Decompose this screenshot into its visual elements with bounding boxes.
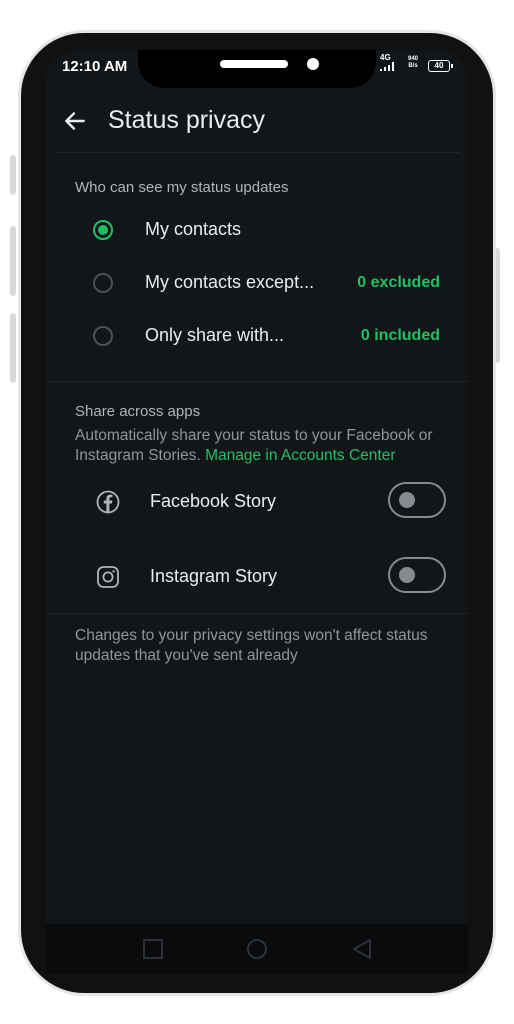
phone-screen: 12:10 AM 4G 940 B/s 40 Status privacy Wh…: [46, 50, 468, 970]
phone-side-button: [10, 313, 16, 383]
visibility-section-label: Who can see my status updates: [75, 179, 289, 196]
phone-side-button: [10, 155, 16, 195]
divider: [46, 613, 468, 614]
facebook-icon: [96, 490, 120, 514]
divider: [46, 381, 468, 382]
share-section-label: Share across apps: [75, 403, 201, 420]
radio-option-only-share-with[interactable]: Only share with... 0 included: [46, 318, 468, 358]
status-bar: 12:10 AM 4G 940 B/s 40: [46, 50, 468, 88]
included-count: 0 included: [360, 327, 440, 344]
home-icon[interactable]: [246, 938, 268, 960]
radio-indicator[interactable]: [93, 273, 113, 293]
app-bar: Status privacy: [46, 98, 468, 154]
back-triangle-icon[interactable]: [351, 938, 373, 960]
network-speed: 940 B/s: [408, 56, 418, 70]
radio-selected-indicator[interactable]: [93, 220, 113, 240]
speaker-grille: [220, 60, 288, 68]
radio-option-label: Only share with...: [145, 325, 285, 345]
instagram-story-row[interactable]: Instagram Story: [46, 553, 468, 601]
phone-side-button: [10, 226, 16, 296]
page-title: Status privacy: [108, 106, 266, 134]
status-time: 12:10 AM: [62, 58, 128, 75]
privacy-footer-note: Changes to your privacy settings won't a…: [75, 627, 428, 664]
network-speed-unit: B/s: [408, 63, 418, 69]
network-indicator: 4G: [380, 54, 394, 73]
recent-apps-icon[interactable]: [142, 938, 164, 960]
system-navigation-bar: [46, 924, 468, 974]
toggle-knob: [399, 492, 415, 508]
accounts-center-link[interactable]: Manage in Accounts Center: [205, 447, 395, 464]
signal-icon: [380, 62, 394, 71]
radio-indicator[interactable]: [93, 326, 113, 346]
radio-option-my-contacts-except[interactable]: My contacts except... 0 excluded: [46, 265, 468, 305]
instagram-icon: [97, 566, 119, 588]
camera-notch: [138, 50, 376, 88]
network-speed-value: 940: [408, 56, 419, 62]
divider: [54, 152, 460, 153]
facebook-story-label: Facebook Story: [150, 491, 277, 511]
toggle-knob: [399, 567, 415, 583]
front-camera: [307, 58, 319, 70]
battery-icon: 40: [428, 60, 453, 72]
radio-option-my-contacts[interactable]: My contacts: [46, 212, 468, 252]
radio-option-label: My contacts: [145, 219, 242, 239]
excluded-count: 0 excluded: [357, 274, 440, 291]
instagram-story-label: Instagram Story: [150, 566, 278, 586]
facebook-story-row[interactable]: Facebook Story: [46, 478, 468, 526]
facebook-story-toggle[interactable]: [388, 482, 446, 518]
share-section-description: Automatically share your status to your …: [75, 426, 465, 466]
back-arrow-icon[interactable]: [62, 108, 88, 134]
network-type: 4G: [380, 53, 391, 62]
instagram-story-toggle[interactable]: [388, 557, 446, 593]
radio-option-label: My contacts except...: [145, 272, 315, 292]
